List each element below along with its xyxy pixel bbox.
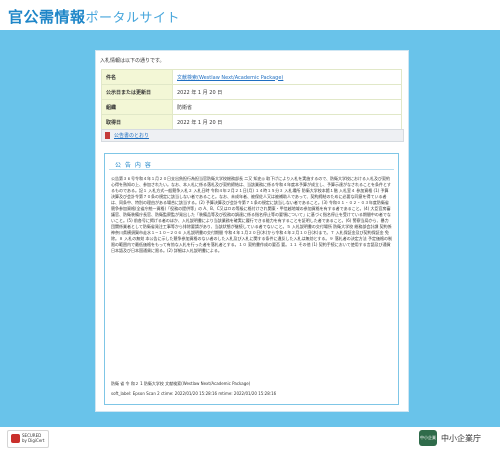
notice-box: 公 告 内 容 公告第３６号令和４年１月２０日支出負担行為担当官防衛大学校総務部… [104, 153, 399, 405]
agency-logo[interactable]: 中小企業 中小企業庁 [419, 430, 494, 446]
row-key-date: 公示日または更新日 [101, 84, 173, 100]
notice-title: 公 告 内 容 [115, 162, 152, 169]
bid-info-table: 件名 文献検索(Westlaw Next/Academic Package) 公… [101, 69, 402, 130]
site-title[interactable]: 官公需情報ポータルサイト [8, 6, 180, 27]
row-value-date: 2022 年 1 月 20 日 [172, 84, 402, 100]
announcement-link[interactable]: 公告書のとおり [114, 132, 149, 139]
announcement-link-bar[interactable]: 公告書のとおり [101, 129, 404, 142]
site-header: 官公需情報ポータルサイト [0, 0, 500, 30]
row-value-acquired: 2022 年 1 月 20 日 [172, 114, 402, 130]
pdf-icon [105, 132, 110, 139]
seal-label: SECURED by DigiCert [22, 433, 45, 443]
table-row: 取得日 2022 年 1 月 20 日 [101, 114, 402, 130]
notice-signature: 防衛 省 令 和２ 1 防衛大学校 文献検索(Westlaw Next/Acad… [111, 381, 276, 396]
row-value-org: 防衛省 [172, 99, 402, 115]
row-key-org: 組織 [101, 99, 173, 115]
subject-link[interactable]: 文献検索(Westlaw Next/Academic Package) [172, 69, 402, 85]
seal-line2: by DigiCert [22, 438, 45, 443]
site-title-strong: 官公需情報 [8, 8, 86, 26]
table-row: 件名 文献検索(Westlaw Next/Academic Package) [101, 69, 402, 85]
table-row: 組織 防衛省 [101, 99, 402, 115]
row-key-acquired: 取得日 [101, 114, 173, 130]
agency-logo-icon: 中小企業 [419, 430, 437, 446]
ocr-note: soft_label: Epson Scan 2 ctime: 2022/01/… [111, 391, 277, 396]
intro-text: 入札情報は以下の通りです。 [100, 58, 165, 64]
notice-signature-line: 防衛 省 令 和２ 1 防衛大学校 文献検索(Westlaw Next/Acad… [111, 381, 251, 386]
agency-name: 中小企業庁 [441, 434, 481, 443]
site-title-light: ポータルサイト [85, 11, 181, 26]
bid-panel: 入札情報は以下の通りです。 件名 文献検索(Westlaw Next/Acade… [95, 50, 409, 412]
notice-body: 公告第３６号令和４年１月２０日支出負担行為担当官防衛大学校総務部長 二又 知史◎… [111, 176, 392, 253]
site-footer: SECURED by DigiCert 中小企業 中小企業庁 [0, 427, 500, 450]
security-seal[interactable]: SECURED by DigiCert [7, 430, 49, 448]
notice-divider [109, 169, 394, 170]
row-key-subject: 件名 [101, 69, 173, 85]
table-row: 公示日または更新日 2022 年 1 月 20 日 [101, 84, 402, 100]
lock-icon [11, 434, 20, 443]
